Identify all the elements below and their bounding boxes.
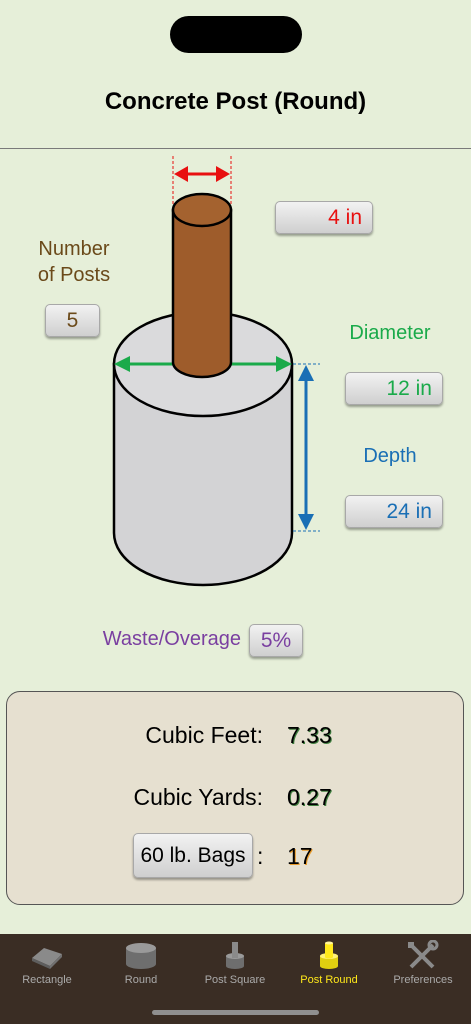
- page-title: Concrete Post (Round): [104, 88, 367, 115]
- depth-label: Depth: [363, 445, 417, 467]
- bags-value: 17: [287, 843, 313, 869]
- tab-label-rectangle: Rectangle: [22, 974, 72, 986]
- waste-label: Waste/Overage: [102, 628, 241, 650]
- depth-arrow: [293, 363, 320, 532]
- cubic-feet-label: Cubic Feet:: [145, 722, 263, 748]
- tab-post-round[interactable]: Post Round: [282, 934, 376, 994]
- tab-label-post-round: Post Round: [300, 974, 358, 986]
- wrench-screwdriver-icon: [408, 940, 439, 969]
- post-width-button[interactable]: 4 in: [275, 201, 373, 234]
- title-divider: [0, 148, 471, 149]
- post-round-icon: [320, 941, 338, 969]
- number-of-posts-button[interactable]: 5: [45, 304, 100, 337]
- tab-preferences[interactable]: Preferences: [376, 934, 470, 994]
- bags-colon: :: [257, 843, 264, 869]
- home-indicator: [152, 1010, 319, 1015]
- camera-notch: [170, 16, 302, 53]
- round-slab-icon: [126, 943, 156, 969]
- tab-round[interactable]: Round: [94, 934, 188, 994]
- wood-post: [171, 192, 233, 379]
- tab-label-round: Round: [124, 974, 158, 986]
- diameter-button[interactable]: 12 in: [345, 372, 443, 405]
- post-square-icon: [226, 942, 244, 969]
- depth-button[interactable]: 24 in: [345, 495, 443, 528]
- cubic-feet-value: 7.33: [287, 722, 332, 748]
- diameter-label: Diameter: [349, 322, 431, 344]
- tab-rectangle[interactable]: Rectangle: [0, 934, 94, 994]
- tab-post-square[interactable]: Post Square: [188, 934, 282, 994]
- cubic-yards-value: 0.27: [287, 784, 332, 810]
- rectangle-slab-icon: [32, 948, 62, 969]
- number-of-posts-label: Number of Posts: [37, 238, 111, 286]
- tab-label-preferences: Preferences: [393, 974, 453, 986]
- tab-label-post-square: Post Square: [204, 974, 266, 986]
- results-panel: Cubic Feet: 7.33 Cubic Yards: 0.27 60 lb…: [6, 691, 464, 905]
- bag-size-button[interactable]: 60 lb. Bags: [133, 833, 253, 878]
- cubic-yards-label: Cubic Yards:: [133, 784, 263, 810]
- waste-button[interactable]: 5%: [249, 624, 303, 657]
